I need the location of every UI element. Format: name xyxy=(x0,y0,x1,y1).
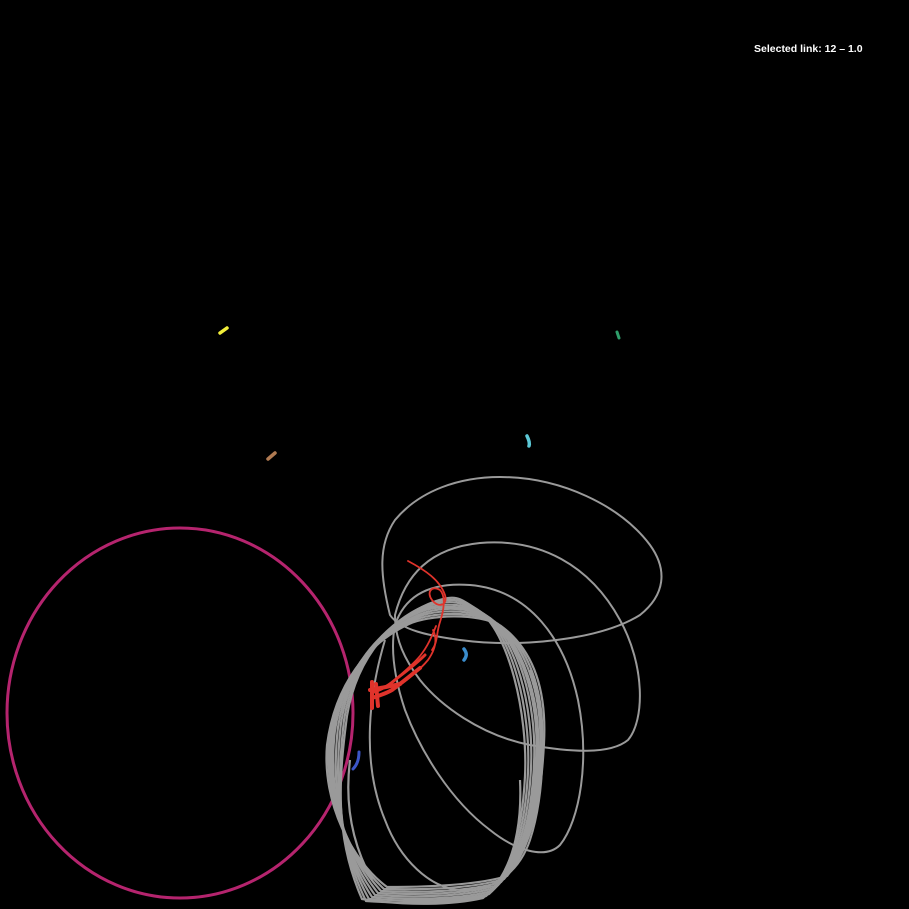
outer-loop-3[interactable] xyxy=(392,583,585,854)
marker-blue[interactable] xyxy=(462,647,468,662)
selected-link-label: Selected link: 12 – 1.0 xyxy=(754,43,863,55)
visualization-canvas[interactable]: Selected link: 12 – 1.0 xyxy=(0,0,909,909)
marker-cyan[interactable] xyxy=(525,434,532,448)
trajectory-plot[interactable] xyxy=(0,0,909,909)
marker-green[interactable] xyxy=(615,330,621,340)
marker-yellow[interactable] xyxy=(218,326,229,335)
marker-navy[interactable] xyxy=(351,750,361,771)
marker-brown[interactable] xyxy=(266,451,277,461)
large-circle[interactable] xyxy=(5,526,355,900)
